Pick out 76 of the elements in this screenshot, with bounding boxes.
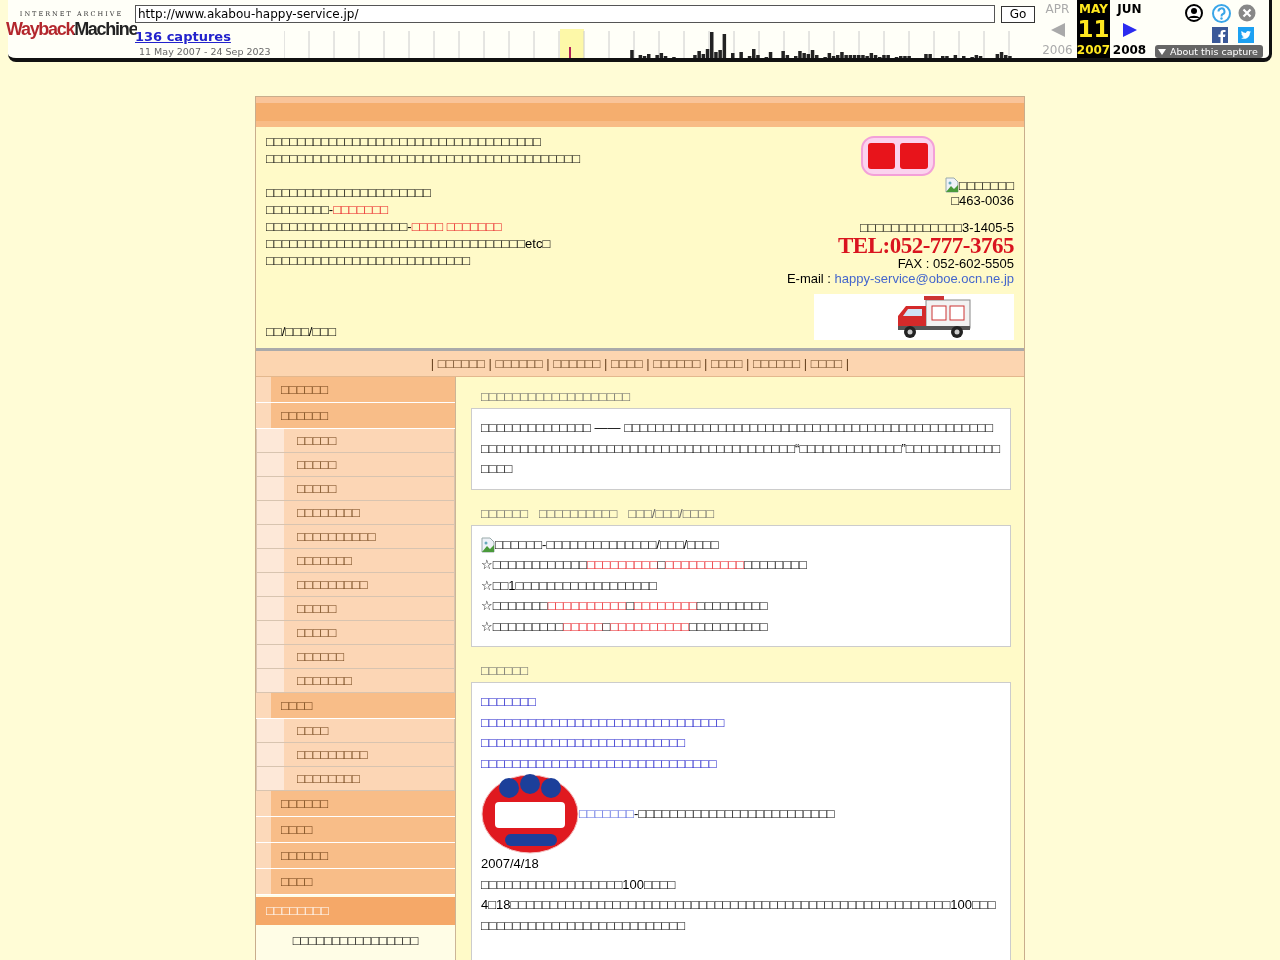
submenu-item[interactable]: □□□□□□□	[256, 549, 455, 573]
nav-link[interactable]: □□□□	[710, 356, 743, 371]
news-link[interactable]: □□□□□□□	[579, 805, 634, 821]
submenu-item[interactable]: □□□□□	[256, 621, 455, 645]
submenu-item[interactable]: □□□□□□□□□	[256, 743, 455, 767]
phone-number: TEL:052-777-3765	[838, 235, 1014, 256]
nav-link[interactable]: □□□□□□	[437, 356, 485, 371]
feature-line: ☆□□□□□□□□□□□□□□□□□□□□□□□□□□□□□□□□□□□	[481, 617, 769, 636]
intro-line: □□□□□□□□□□□□□□□□□□□□□□□□□□□□□□□□□□□□□□□□	[266, 150, 582, 167]
nav-link[interactable]: □□□□□□	[495, 356, 543, 371]
submenu-item[interactable]: □□□□□□□□	[256, 501, 455, 525]
submenu-item[interactable]: □□□□□	[256, 429, 455, 453]
fax-number: FAX : 052-602-5505	[897, 256, 1014, 271]
service-line: □□□□□□□□□□□□□□□□□□□□□□□□□□□□□□□□□etc□	[266, 235, 552, 252]
news-body: 4□18□□□□□□□□□□□□□□□□□□□□□□□□□□□□□□□□□□□□□□□□□□□□□□□□□□□□□□□□100□□□□□□□□□□□□□□□□□□□□□□□□□□□□□	[481, 896, 997, 935]
service-line: □□□□□□□□□□□□□□□□□□□□□	[266, 184, 432, 201]
email-line: E-mail : happy-service@oboe.ocn.ne.jp	[786, 271, 1014, 286]
about-capture-button[interactable]: About this capture	[1155, 45, 1263, 58]
nav-link[interactable]: □□□□	[611, 356, 643, 371]
menu-heading: □□□□□□□□	[256, 897, 455, 925]
nav-link[interactable]: □□□□□□	[653, 356, 701, 371]
postal-code: □463-0036	[951, 193, 1014, 208]
section-title: □□□□□□□□□□□□□□□□□□□	[480, 389, 632, 404]
submenu-item[interactable]: □□□□□	[256, 597, 455, 621]
tagline: □□/□□□/□□□	[266, 323, 338, 340]
news-link[interactable]: □□□□□□□□□□□□□□□□□□□□□□□□□□	[481, 735, 686, 750]
news-link[interactable]: □□□□□□□	[481, 694, 536, 709]
month-label[interactable]: MAY	[1079, 2, 1108, 16]
nav-link[interactable]: □□□□	[810, 356, 843, 371]
submenu-item[interactable]: □□□□□	[256, 477, 455, 501]
navigation-bar: | □□□□□□ | □□□□□□ | □□□□□□ | □□□□ | □□□□□□ | □□□□ | □□□□□□ | □□□□ |	[256, 351, 1024, 377]
submenu-item[interactable]: □□□□	[256, 719, 455, 743]
feature-line: ☆□□1□□□□□□□□□□□□□□□□□□	[481, 576, 658, 595]
feature-line: ☆□□□□□□□□□□□□□□□□□□□□□□□□□□□□□□□□□□□	[481, 597, 769, 615]
nav-link[interactable]: □□□□□□	[753, 356, 801, 371]
news-date: 2007/4/18	[481, 855, 540, 873]
url-field[interactable]: http://www.akabou-happy-service.jp/	[135, 5, 995, 23]
submenu-item[interactable]: □□□□□□□□□□	[256, 525, 455, 549]
go-button[interactable]: Go	[1001, 5, 1035, 23]
submenu-item[interactable]: □□□□□□□	[256, 669, 455, 693]
nav-link[interactable]: □□□□□□	[553, 356, 601, 371]
date-range: 11 May 2007 - 24 Sep 2023	[139, 46, 272, 57]
news-link[interactable]: □□□□□□□□□□□□□□□□□□□□□□□□□□□□□□□	[481, 714, 725, 730]
submenu-item[interactable]: □□□□□	[256, 453, 455, 477]
image-alt-text: □□□□□□-□□□□□□□□□□□□□□/□□□/□□□□	[495, 535, 719, 554]
broken-image-icon	[481, 536, 495, 553]
news-link[interactable]: □□□□□□□□□□□□□□□□□□□□□□□□□□□□□□	[481, 755, 717, 771]
intro-paragraph: □□□□□□□□□□□□□□ —— □□□□□□□□□□□□□□□□□□□□□□□□□□□□□□□□□□□□□□□□□□□□□□□□□□□□□□□□□□□□□□□□□□□□□□□□□□□□□□□□□□□□□□□“□□□□□□□□□□□□□”□□□□□□□□□□□□□□□□	[481, 419, 1001, 478]
broken-image-icon	[945, 177, 960, 193]
section-title: □□□□□□ □□□□□□□□□□ □□□/□□□/□□□□	[480, 505, 716, 521]
submenu-item[interactable]: □□□□□□□□	[256, 767, 455, 791]
badge-icon	[481, 774, 579, 854]
submenu-item[interactable]: □□□□□□	[256, 645, 455, 669]
sidebar-text: □□□□□□□□□□□□□□□□	[291, 932, 420, 950]
year-label[interactable]: 2008	[1112, 43, 1147, 57]
logo-icon	[860, 135, 936, 177]
service-line: □□□□□□□□□□□□□□□□□□-□□□□ □□□□□□□	[266, 218, 503, 235]
account-icon[interactable]	[1185, 4, 1203, 22]
year-label[interactable]: 2007	[1076, 43, 1111, 57]
address: □□□□□□□□□□□□□3-1405-5	[859, 220, 1014, 235]
close-icon[interactable]	[1238, 4, 1257, 22]
caret-icon	[1158, 48, 1166, 55]
feature-line: ☆□□□□□□□□□□□□□□□□□□□□□□□□□□□□□□□□□□□□□□□□	[481, 556, 808, 574]
facebook-icon[interactable]	[1211, 27, 1228, 43]
image-alt-text: □□□□□□□	[959, 178, 1014, 193]
next-arrow-icon[interactable]	[1121, 22, 1138, 39]
service-line: □□□□□□□□□□□□□□□□□□□□□□□□□□	[266, 252, 472, 269]
news-item: □□□□□□□-□□□□□□□□□□□□□□□□□□□□□□□□□	[579, 804, 835, 823]
intro-line: □□□□□□□□□□□□□□□□□□□□□□□□□□□□□□□□□□□	[266, 133, 542, 150]
day-number: 11	[1077, 16, 1110, 43]
submenu-item[interactable]: □□□□□□□□□	[256, 573, 455, 597]
month-label[interactable]: JUN	[1117, 2, 1142, 18]
section-title: □□□□□□	[480, 663, 530, 678]
twitter-icon[interactable]	[1238, 27, 1255, 43]
service-line: □□□□□□□□-□□□□□□□	[266, 201, 390, 218]
news-headline: □□□□□□□□□□□□□□□□□□100□□□□	[481, 875, 677, 894]
